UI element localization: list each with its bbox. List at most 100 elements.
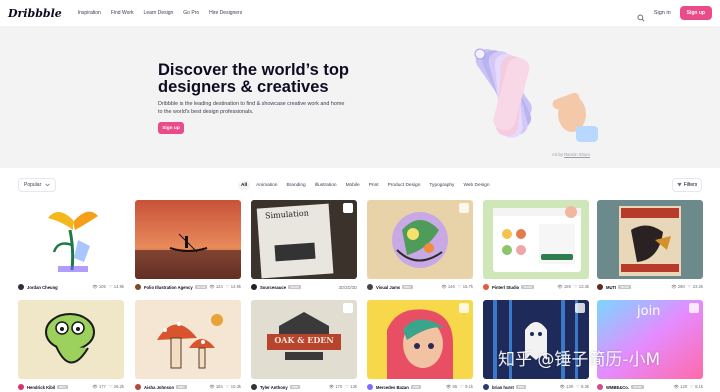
shot-title-join: join [637,304,661,319]
shot-card: Simulation Sourcesauce TEAM 3D/2D/3D [251,200,357,293]
shot-author[interactable]: MUTI [606,285,616,290]
likes-count: ♡ 15.7k [457,284,473,289]
shot-extra: 3D/2D/3D [338,284,357,290]
filter-bar: Popular All Animation Branding Illustrat… [0,178,720,194]
shot-author[interactable]: Jordan Cheung [27,285,58,290]
shot-meta: Aisha Johnson PRO 👁 164 ♡ 10.3k [135,381,241,392]
team-badge: TEAM [618,285,631,289]
shot-thumbnail[interactable]: Simulation [251,200,357,279]
shot-author[interactable]: Aisha Johnson [144,385,174,390]
shot-card: Visual Jams PRO 👁 146 ♡ 15.7k [367,200,473,293]
avatar[interactable] [18,384,24,390]
tab-web-design[interactable]: Web Design [460,181,492,190]
likes-count: ♡ 14.9k [108,284,124,289]
views-count: 👁 159 [557,284,571,289]
tab-animation[interactable]: Animation [253,181,280,190]
hero-sign-up-button[interactable]: Sign up [158,122,184,134]
tab-product-design[interactable]: Product Design [385,181,424,190]
shot-thumbnail[interactable] [483,200,589,279]
avatar[interactable] [483,384,489,390]
hero-subtitle: Dribbble is the leading destination to f… [158,101,345,115]
tab-all[interactable]: All [238,181,251,190]
shot-stats: 👁 124 ♡ 14.9k [209,284,241,290]
likes-count: ♡ 23.2k [687,284,703,289]
filters-button[interactable]: Filters [672,178,702,192]
shot-thumbnail[interactable] [135,300,241,379]
shot-author[interactable]: Hendrick Kibil [27,385,55,390]
avatar[interactable] [135,284,141,290]
likes-count: ♡ 14.9k [225,284,241,289]
avatar[interactable] [483,284,489,290]
shot-stats: 👁 170 ♡ 13k [329,384,357,390]
shot-meta: Tyler Anthony PRO 👁 170 ♡ 13k [251,381,357,392]
shot-meta: Jordan Cheung 👁 105 ♡ 14.9k [18,281,124,293]
nav-inspiration[interactable]: Inspiration [78,10,101,16]
shot-meta: brian hurst PRO 👁 130 ♡ 8.3k [483,381,589,392]
shot-card: OAK & EDEN Tyler Anthony PRO 👁 170 ♡ 13k [251,300,357,392]
views-count: 👁 130 [559,384,574,389]
hero-art-credit: Art by Ramón Shuro [552,152,590,157]
shot-thumbnail[interactable]: OAK & EDEN [251,300,357,379]
avatar[interactable] [251,284,257,290]
shot-thumbnail[interactable] [367,200,473,279]
pro-badge: PRO [515,385,527,389]
likes-count: ♡ 13.3k [573,284,589,289]
shot-author[interactable]: brian hurst [492,385,514,390]
sign-in-link[interactable]: Sign in [654,10,671,16]
avatar[interactable] [597,384,603,390]
views-count: 👁 120 [673,384,688,389]
tab-illustration[interactable]: Illustration [312,181,340,190]
views-count: 👁 177 [92,384,106,389]
nav-find-work[interactable]: Find Work [111,10,134,16]
tab-mobile[interactable]: Mobile [343,181,363,190]
shot-thumbnail[interactable] [18,200,124,279]
shot-stats: 👁 177 ♡ 26.2k [92,384,124,390]
nav-learn-design[interactable]: Learn Design [144,10,174,16]
likes-count: ♡ 10.3k [225,384,241,389]
sort-dropdown[interactable]: Popular [18,178,56,192]
shot-thumbnail[interactable] [18,300,124,379]
views-count: 👁 170 [328,384,343,389]
sign-up-button[interactable]: Sign up [679,6,712,20]
tab-typography[interactable]: Typography [426,181,457,190]
avatar[interactable] [18,284,24,290]
shot-meta: Folio Illustration Agency TEAM 👁 124 ♡ 1… [135,281,241,293]
nav-go-pro[interactable]: Go Pro [183,10,199,16]
avatar[interactable] [597,284,603,290]
views-count: 👁 85 [446,384,458,389]
pro-badge: PRO [410,385,422,389]
category-tabs: All Animation Branding Illustration Mobi… [238,181,493,190]
avatar[interactable] [251,384,257,390]
shot-card: Folio Illustration Agency TEAM 👁 124 ♡ 1… [135,200,241,293]
avatar[interactable] [367,384,373,390]
avatar[interactable] [367,284,373,290]
nav-hire-designers[interactable]: Hire Designers [209,10,242,16]
shot-author[interactable]: Folio Illustration Agency [144,285,193,290]
credit-author-link[interactable]: Ramón Shuro [564,152,590,157]
shot-stats: 👁 146 ♡ 15.7k [441,284,473,290]
shot-thumbnail[interactable] [135,200,241,279]
views-count: 👁 280 [671,284,685,289]
shot-author[interactable]: WMBE&Co. [606,385,629,390]
shot-author[interactable]: Sourcesauce [260,285,286,290]
likes-count: ♡ 13k [345,384,357,389]
shot-author[interactable]: Visual Jams [376,285,400,290]
shot-card: Pinterl Studio TEAM 👁 159 ♡ 13.3k [483,200,589,293]
shot-meta: Pinterl Studio TEAM 👁 159 ♡ 13.3k [483,281,589,293]
shot-author[interactable]: Pinterl Studio [492,285,519,290]
credit-prefix: Art by [552,152,563,157]
shot-stats: 3D/2D/3D [339,285,357,290]
tab-print[interactable]: Print [366,181,382,190]
search-icon[interactable] [637,9,645,22]
shot-author[interactable]: Mercedes Bazan [376,385,409,390]
dribbble-logo[interactable]: Dribbble [8,7,62,20]
shot-stats: 👁 105 ♡ 14.9k [92,284,124,290]
shot-thumbnail[interactable] [367,300,473,379]
shot-thumbnail[interactable] [597,200,703,279]
shot-author[interactable]: Tyler Anthony [260,385,288,390]
shot-title-oak-eden: OAK & EDEN [274,335,334,345]
hero-section: Discover the world’s top designers & cre… [0,26,720,168]
avatar[interactable] [135,384,141,390]
likes-count: ♡ 8.1k [690,384,703,389]
tab-branding[interactable]: Branding [283,181,308,190]
